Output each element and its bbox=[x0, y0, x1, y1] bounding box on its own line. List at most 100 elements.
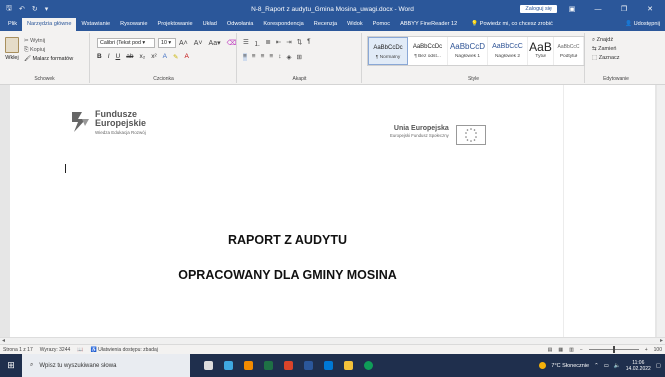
zoom-level[interactable]: 100 bbox=[654, 347, 662, 353]
align-right-icon[interactable]: ≡ bbox=[261, 53, 265, 61]
cut-button[interactable]: ✂ Wytnij bbox=[24, 37, 73, 46]
network-icon[interactable]: ▭ bbox=[604, 363, 609, 369]
highlight-icon[interactable]: ✎ bbox=[173, 53, 178, 61]
style-normal[interactable]: AaBbCcDc ¶ Normalny bbox=[368, 37, 408, 65]
taskbar-search[interactable]: ⌕ Wpisz tu wyszukiwane słowa bbox=[22, 354, 190, 377]
multilevel-list-icon[interactable]: ≣ bbox=[265, 38, 270, 48]
text-effects-icon[interactable]: A bbox=[163, 53, 167, 61]
windows-start-icon[interactable]: ⊞ bbox=[0, 360, 22, 371]
page-count[interactable]: Strona 1 z 17 bbox=[3, 347, 33, 353]
select-button[interactable]: ⬚ Zaznacz bbox=[592, 54, 620, 63]
task-view-icon[interactable] bbox=[204, 361, 213, 370]
word-icon[interactable] bbox=[304, 361, 313, 370]
shrink-font-icon[interactable]: A˅ bbox=[194, 40, 203, 47]
style-heading-1[interactable]: AaBbCcD Nagłówek 1 bbox=[448, 37, 488, 65]
tab-review[interactable]: Recenzja bbox=[309, 18, 342, 31]
replace-button[interactable]: ⇆ Zamień bbox=[592, 45, 620, 54]
sign-in-button[interactable]: Zaloguj się bbox=[520, 5, 557, 13]
store-icon[interactable] bbox=[324, 361, 333, 370]
bullets-icon[interactable]: ☰ bbox=[243, 38, 249, 48]
font-color-icon[interactable]: A bbox=[184, 53, 188, 61]
style-subtitle[interactable]: AaBbCcC Podtytuł bbox=[554, 37, 584, 65]
increase-indent-icon[interactable]: ⇥ bbox=[286, 38, 291, 48]
firefox-icon[interactable] bbox=[244, 361, 253, 370]
tray-chevron-icon[interactable]: ⌃ bbox=[594, 363, 599, 369]
style-heading-2[interactable]: AaBbCcC Nagłówek 2 bbox=[488, 37, 528, 65]
excel-icon[interactable] bbox=[264, 361, 273, 370]
minimize-icon[interactable]: — bbox=[587, 6, 609, 13]
edge-icon[interactable] bbox=[224, 361, 233, 370]
tell-me-search[interactable]: 💡 Powiedz mi, co chcesz zrobić bbox=[466, 18, 558, 31]
format-painter-button[interactable]: 🖌 Malarz formatów bbox=[24, 55, 73, 64]
volume-icon[interactable]: 🔈 bbox=[614, 363, 621, 369]
numbering-icon[interactable]: ⒈ bbox=[254, 38, 261, 48]
word-count[interactable]: Wyrazy: 3244 bbox=[40, 347, 71, 353]
clear-formatting-icon[interactable]: ⌫ bbox=[227, 39, 237, 47]
align-left-icon[interactable]: ≡ bbox=[243, 53, 247, 61]
scroll-right-icon[interactable]: ▸ bbox=[660, 337, 663, 344]
weather-sun-icon[interactable] bbox=[539, 362, 547, 369]
close-icon[interactable]: ✕ bbox=[639, 5, 661, 13]
tab-abbyy[interactable]: ABBYY FineReader 12 bbox=[395, 18, 462, 31]
vertical-scrollbar[interactable] bbox=[657, 85, 665, 337]
tab-insert[interactable]: Wstawianie bbox=[76, 18, 115, 31]
weather-text[interactable]: 7°C Słonecznie bbox=[551, 363, 589, 369]
font-size-select[interactable]: 10 ▾ bbox=[158, 38, 176, 48]
bold-icon[interactable]: B bbox=[97, 53, 102, 61]
decrease-indent-icon[interactable]: ⇤ bbox=[276, 38, 281, 48]
customize-toolbar-icon[interactable]: ▾ bbox=[45, 5, 49, 13]
grow-font-icon[interactable]: A˄ bbox=[179, 40, 188, 47]
scroll-left-icon[interactable]: ◂ bbox=[2, 337, 5, 344]
tab-help[interactable]: Pomoc bbox=[368, 18, 395, 31]
tab-view[interactable]: Widok bbox=[342, 18, 368, 31]
notifications-icon[interactable]: ▢ bbox=[656, 363, 661, 369]
clock[interactable]: 11:06 14.02.2022 bbox=[626, 360, 651, 372]
line-spacing-icon[interactable]: ↕ bbox=[278, 53, 281, 61]
pilcrow-icon[interactable]: ¶ bbox=[307, 38, 311, 48]
share-button[interactable]: 👤 Udostępnij bbox=[620, 18, 665, 31]
shading-icon[interactable]: ◈ bbox=[286, 53, 291, 61]
paste-button[interactable]: Wklej bbox=[3, 37, 21, 61]
app-icon[interactable] bbox=[364, 361, 373, 370]
zoom-slider[interactable] bbox=[588, 346, 639, 353]
zoom-slider-knob[interactable] bbox=[612, 346, 615, 353]
copy-button[interactable]: ⎘ Kopiuj bbox=[24, 46, 73, 55]
strikethrough-icon[interactable]: ab bbox=[126, 53, 133, 61]
font-name-select[interactable]: Calibri (Tekst pod ▾ bbox=[97, 38, 155, 48]
tab-file[interactable]: Plik bbox=[3, 18, 22, 31]
focus-mode-icon[interactable]: ▤ bbox=[548, 347, 553, 353]
document-page[interactable]: Fundusze Europejskie Wiedza Edukacja Roz… bbox=[10, 85, 655, 337]
find-button[interactable]: ⌕ Znajdź bbox=[592, 36, 620, 45]
borders-icon[interactable]: ⊞ bbox=[296, 53, 301, 61]
save-icon[interactable]: 🖫 bbox=[6, 4, 12, 15]
web-layout-icon[interactable]: ▥ bbox=[569, 347, 574, 353]
italic-icon[interactable]: I bbox=[108, 53, 110, 61]
undo-icon[interactable]: ↶ bbox=[19, 5, 25, 13]
zoom-in-icon[interactable]: + bbox=[645, 347, 648, 353]
horizontal-scrollbar[interactable]: ◂ ▸ bbox=[0, 337, 665, 344]
ribbon-display-options-icon[interactable]: ▣ bbox=[561, 5, 583, 13]
style-title[interactable]: AaB Tytuł bbox=[528, 37, 554, 65]
sort-icon[interactable]: ⇅ bbox=[297, 38, 302, 48]
align-center-icon[interactable]: ≡ bbox=[252, 53, 256, 61]
superscript-icon[interactable]: x² bbox=[151, 53, 156, 61]
underline-icon[interactable]: U bbox=[116, 53, 121, 61]
print-layout-icon[interactable]: ▦ bbox=[558, 347, 563, 353]
tab-design[interactable]: Projektowanie bbox=[152, 18, 197, 31]
proofing-icon[interactable]: 📖 bbox=[77, 347, 83, 353]
justify-icon[interactable]: ≡ bbox=[269, 53, 273, 61]
accessibility-status[interactable]: ♿ Ułatwienia dostępu: zbadaj bbox=[91, 347, 158, 353]
file-explorer-icon[interactable] bbox=[344, 361, 353, 370]
redo-icon[interactable]: ↻ bbox=[32, 5, 38, 13]
zoom-out-icon[interactable]: − bbox=[580, 347, 583, 353]
tab-mailings[interactable]: Korespondencja bbox=[258, 18, 308, 31]
tab-draw[interactable]: Rysowanie bbox=[115, 18, 152, 31]
tab-references[interactable]: Odwołania bbox=[222, 18, 258, 31]
chrome-icon[interactable] bbox=[284, 361, 293, 370]
style-no-spacing[interactable]: AaBbCcDc ¶ Bez odst... bbox=[408, 37, 448, 65]
tab-layout[interactable]: Układ bbox=[198, 18, 222, 31]
subscript-icon[interactable]: x₂ bbox=[139, 53, 145, 61]
maximize-icon[interactable]: ❐ bbox=[613, 5, 635, 13]
tab-home[interactable]: Narzędzia główne bbox=[22, 18, 77, 31]
change-case-icon[interactable]: Aa▾ bbox=[209, 39, 221, 47]
